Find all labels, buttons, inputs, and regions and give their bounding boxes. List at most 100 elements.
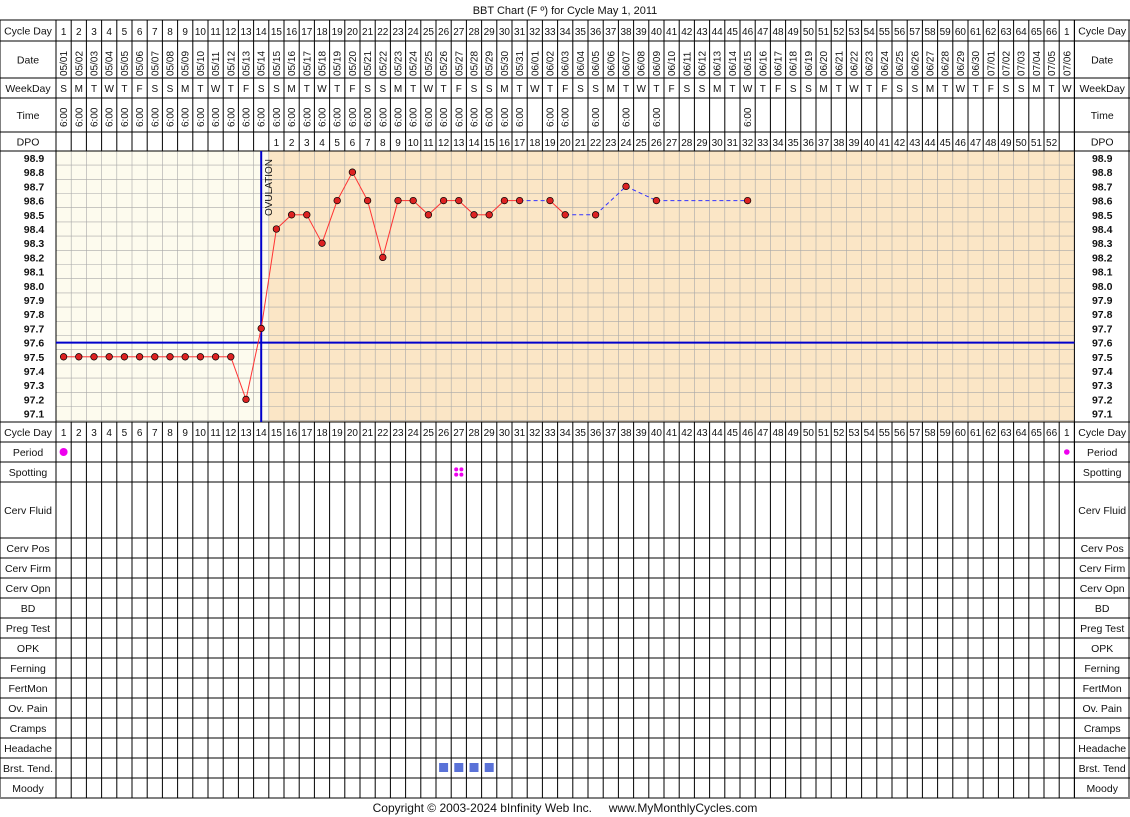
temp-point[interactable] bbox=[120, 353, 129, 361]
y-tick-left: 98.8 bbox=[24, 167, 45, 179]
cycle-day-bottom: 61 bbox=[970, 428, 982, 439]
symptom-label-left: Preg Test bbox=[6, 623, 50, 635]
temp-point[interactable] bbox=[622, 182, 630, 191]
temp-point[interactable] bbox=[75, 353, 83, 361]
temp-point[interactable] bbox=[211, 353, 220, 361]
weekday-label: T bbox=[304, 84, 310, 95]
date-label: 05/23 bbox=[394, 51, 405, 76]
dpo-label: 48 bbox=[985, 138, 997, 149]
weekday-label: M bbox=[607, 84, 615, 95]
weekday-label: M bbox=[287, 84, 295, 95]
cycle-day-bottom: 60 bbox=[955, 428, 967, 439]
temp-point[interactable] bbox=[379, 253, 387, 262]
temp-point[interactable] bbox=[196, 353, 205, 361]
time-label: 6:00 bbox=[439, 107, 450, 127]
temp-point[interactable] bbox=[333, 196, 341, 205]
cycle-day-top: 47 bbox=[757, 27, 769, 38]
time-label: 6:00 bbox=[652, 107, 663, 127]
date-label: 06/11 bbox=[682, 51, 693, 76]
dpo-label: 45 bbox=[940, 138, 952, 149]
temp-point[interactable] bbox=[90, 353, 98, 361]
temp-point[interactable] bbox=[151, 353, 159, 361]
cycle-day-top: 48 bbox=[772, 27, 784, 38]
cycle-day-bottom: 40 bbox=[651, 428, 663, 439]
temp-point[interactable] bbox=[743, 196, 752, 205]
temp-point[interactable] bbox=[515, 196, 524, 205]
symptom-label-right: Cerv Opn bbox=[1080, 583, 1125, 595]
cycle-day-bottom: 2 bbox=[76, 428, 82, 439]
cycle-day-top: 51 bbox=[818, 27, 830, 38]
temp-point[interactable] bbox=[272, 225, 281, 233]
dpo-label: 3 bbox=[304, 138, 310, 149]
temp-point[interactable] bbox=[485, 211, 493, 219]
date-label: 05/01 bbox=[59, 51, 70, 76]
cycle-day-bottom: 9 bbox=[182, 428, 188, 439]
time-label: 6:00 bbox=[363, 107, 374, 127]
temp-point[interactable] bbox=[470, 211, 478, 219]
date-label: 06/14 bbox=[728, 51, 739, 76]
weekday-label: M bbox=[713, 84, 721, 95]
symptom-label-right: Ov. Pain bbox=[1082, 703, 1122, 715]
cycle-day-bottom: 19 bbox=[332, 428, 344, 439]
date-label: 05/11 bbox=[211, 51, 222, 76]
temp-point[interactable] bbox=[439, 196, 448, 205]
temp-point[interactable] bbox=[363, 196, 372, 205]
temp-point[interactable] bbox=[591, 211, 600, 219]
temp-point[interactable] bbox=[318, 239, 326, 247]
y-tick-right: 97.7 bbox=[1092, 323, 1113, 335]
date-label: 05/27 bbox=[454, 51, 465, 76]
temp-point[interactable] bbox=[409, 196, 417, 205]
dpo-label: 46 bbox=[955, 138, 967, 149]
temp-point[interactable] bbox=[181, 353, 189, 361]
time-label: 6:00 bbox=[743, 107, 754, 127]
symptom-label-right: FertMon bbox=[1083, 683, 1122, 695]
temp-point[interactable] bbox=[105, 353, 113, 361]
weekday-label: T bbox=[517, 84, 523, 95]
weekday-label: T bbox=[653, 84, 659, 95]
cycle-day-top: 4 bbox=[106, 27, 112, 38]
temp-point[interactable] bbox=[652, 196, 661, 205]
dpo-label: 32 bbox=[742, 138, 754, 149]
date-label: 05/04 bbox=[105, 51, 116, 76]
symptom-label-left: Cerv Opn bbox=[6, 583, 51, 595]
temp-point[interactable] bbox=[257, 324, 265, 333]
temp-point[interactable] bbox=[348, 168, 357, 176]
temp-point[interactable] bbox=[287, 211, 296, 219]
cycle-day-top: 30 bbox=[499, 27, 511, 38]
temp-point[interactable] bbox=[500, 196, 509, 205]
dpo-label: 31 bbox=[727, 138, 739, 149]
temp-point[interactable] bbox=[227, 353, 235, 361]
temp-point[interactable] bbox=[455, 196, 463, 205]
date-label: 06/19 bbox=[804, 51, 815, 76]
dpo-label: 39 bbox=[848, 138, 860, 149]
weekday-label: T bbox=[866, 84, 872, 95]
temp-point[interactable] bbox=[546, 196, 554, 205]
temp-point[interactable] bbox=[59, 353, 68, 361]
date-label-right: Date bbox=[1091, 55, 1113, 67]
cycle-day-top: 35 bbox=[575, 27, 587, 38]
cycle-day-bottom: 53 bbox=[848, 428, 860, 439]
cycle-day-bottom: 45 bbox=[727, 428, 739, 439]
weekday-label: S bbox=[896, 84, 903, 95]
weekday-label: T bbox=[973, 84, 979, 95]
cycle-day-bottom: 4 bbox=[106, 428, 112, 439]
cycle-day-top: 15 bbox=[271, 27, 283, 38]
cycle-day-top: 22 bbox=[377, 27, 389, 38]
temp-point[interactable] bbox=[135, 353, 144, 361]
cycle-day-top-label-left: Cycle Day bbox=[4, 26, 53, 38]
cycle-day-bottom: 14 bbox=[256, 428, 268, 439]
dpo-label: 28 bbox=[681, 138, 693, 149]
temp-point[interactable] bbox=[561, 211, 569, 219]
date-label: 06/07 bbox=[622, 51, 633, 76]
date-label: 05/03 bbox=[90, 51, 101, 76]
temp-point[interactable] bbox=[303, 211, 311, 219]
period-marker bbox=[1064, 449, 1070, 455]
cycle-day-top: 5 bbox=[122, 27, 128, 38]
symptom-label-left: Brst. Tend. bbox=[3, 763, 53, 775]
temp-point[interactable] bbox=[394, 196, 402, 205]
temp-point[interactable] bbox=[166, 353, 174, 361]
date-label: 05/24 bbox=[409, 51, 420, 76]
y-tick-right: 97.3 bbox=[1092, 380, 1113, 392]
temp-point[interactable] bbox=[242, 395, 250, 404]
temp-point[interactable] bbox=[424, 211, 433, 219]
